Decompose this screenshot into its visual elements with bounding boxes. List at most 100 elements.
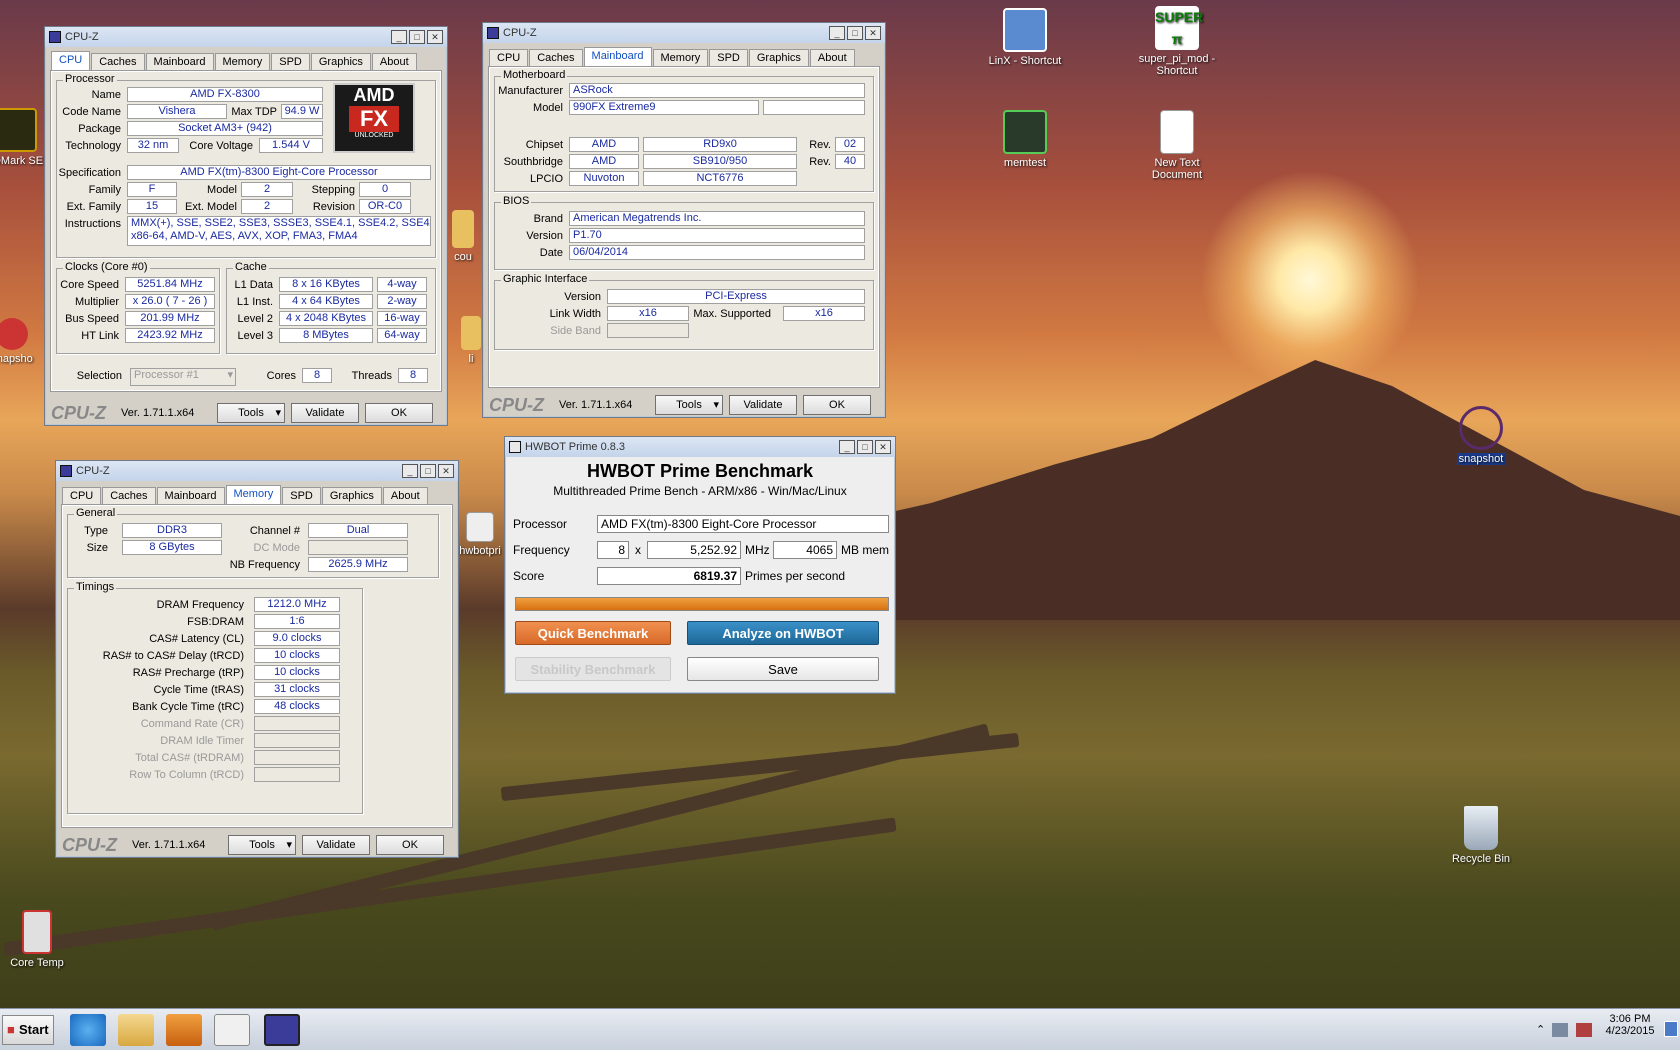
tab-memory[interactable]: Memory bbox=[225, 485, 282, 505]
minimize-button[interactable]: _ bbox=[829, 26, 845, 40]
ok-button[interactable]: OK bbox=[365, 403, 433, 423]
version-label: Ver. 1.71.1.x64 bbox=[132, 839, 206, 851]
minimize-button[interactable]: _ bbox=[402, 464, 418, 478]
tab-memory[interactable]: Memory bbox=[214, 53, 271, 70]
java-icon bbox=[466, 512, 494, 542]
tools-button[interactable]: Tools ▾ bbox=[228, 835, 296, 855]
maximize-button[interactable]: □ bbox=[409, 30, 425, 44]
southbridge-model-value: SB910/950 bbox=[643, 154, 797, 169]
tab-about[interactable]: About bbox=[382, 487, 428, 504]
mb-model-value: 990FX Extreme9 bbox=[569, 100, 759, 115]
tab-cpu[interactable]: CPU bbox=[62, 487, 102, 504]
bios-version-value: P1.70 bbox=[569, 228, 865, 243]
clock[interactable]: 3:06 PM 4/23/2015 bbox=[1600, 1013, 1660, 1037]
minimize-button[interactable]: _ bbox=[839, 440, 855, 454]
l2-value: 4 x 2048 KBytes bbox=[279, 311, 373, 326]
timing-value bbox=[254, 750, 340, 765]
superpi-icon: SUPER π bbox=[1155, 6, 1203, 50]
tab-graphics[interactable]: Graphics bbox=[748, 49, 809, 66]
media-player-icon[interactable] bbox=[166, 1014, 202, 1046]
title-bar[interactable]: CPU-Z _ □ ✕ bbox=[56, 461, 458, 481]
desktop-icon-coretemp[interactable]: Core Temp bbox=[0, 910, 82, 969]
internet-explorer-icon[interactable] bbox=[70, 1014, 106, 1046]
desktop-icon-hwbotprime[interactable]: hwbotpri bbox=[458, 512, 502, 557]
tools-button[interactable]: Tools ▾ bbox=[217, 403, 285, 423]
cpuz-memory-window: CPU-Z _ □ ✕ CPU Caches Mainboard Memory … bbox=[55, 460, 459, 858]
tab-caches[interactable]: Caches bbox=[102, 487, 156, 504]
file-explorer-icon[interactable] bbox=[118, 1014, 154, 1046]
tab-mainboard[interactable]: Mainboard bbox=[145, 53, 214, 70]
desktop-icon-3dmark[interactable]: 3DMark SE bbox=[0, 108, 50, 167]
manufacturer-value: ASRock bbox=[569, 83, 865, 98]
show-desktop-button[interactable] bbox=[1664, 1021, 1678, 1037]
desktop-icon-memtest[interactable]: memtest bbox=[980, 110, 1070, 169]
validate-button[interactable]: Validate bbox=[291, 403, 359, 423]
version-label: Ver. 1.71.1.x64 bbox=[121, 407, 195, 419]
timing-label: Command Rate (CR) bbox=[140, 718, 244, 730]
folder-icon bbox=[461, 316, 481, 350]
network-icon[interactable] bbox=[1552, 1023, 1568, 1037]
maximize-button[interactable]: □ bbox=[420, 464, 436, 478]
desktop-icon-snapsho[interactable]: snapsho bbox=[0, 318, 44, 365]
tab-graphics[interactable]: Graphics bbox=[310, 53, 371, 70]
ok-button[interactable]: OK bbox=[803, 395, 871, 415]
close-button[interactable]: ✕ bbox=[865, 26, 881, 40]
tab-memory[interactable]: Memory bbox=[652, 49, 709, 66]
timing-label: Bank Cycle Time (tRC) bbox=[132, 701, 244, 713]
hwbot-prime-window: HWBOT Prime 0.8.3 _ □ ✕ HWBOT Prime Benc… bbox=[504, 436, 896, 694]
title-bar[interactable]: HWBOT Prime 0.8.3 _ □ ✕ bbox=[505, 437, 895, 457]
validate-button[interactable]: Validate bbox=[302, 835, 370, 855]
tools-button[interactable]: Tools ▾ bbox=[655, 395, 723, 415]
save-button[interactable]: Save bbox=[687, 657, 879, 681]
desktop-icon-superpi[interactable]: SUPER π super_pi_mod - Shortcut bbox=[1132, 6, 1222, 77]
timing-label: RAS# to CAS# Delay (tRCD) bbox=[102, 650, 244, 662]
desktop-icon-li[interactable]: li bbox=[458, 316, 484, 365]
tab-cpu[interactable]: CPU bbox=[489, 49, 529, 66]
title-bar[interactable]: CPU-Z _ □ ✕ bbox=[483, 23, 885, 43]
timings-group: Timings DRAM Frequency 1212.0 MHz FSB:DRAM… bbox=[67, 581, 363, 814]
start-button[interactable]: ■ Start bbox=[2, 1015, 54, 1045]
desktop-icon-new-text[interactable]: New Text Document bbox=[1132, 110, 1222, 181]
technology-value: 32 nm bbox=[127, 138, 179, 153]
quick-benchmark-button[interactable]: Quick Benchmark bbox=[515, 621, 671, 645]
chevron-up-icon[interactable]: ⌃ bbox=[1536, 1023, 1545, 1036]
title-bar[interactable]: CPU-Z _ □ ✕ bbox=[45, 27, 447, 47]
desktop-icon-recycle-bin[interactable]: Recycle Bin bbox=[1436, 806, 1526, 865]
tab-mainboard[interactable]: Mainboard bbox=[156, 487, 225, 504]
max-supported-value: x16 bbox=[783, 306, 865, 321]
desktop-icon-snapshot[interactable]: snapshot bbox=[1436, 406, 1526, 465]
tab-cpu[interactable]: CPU bbox=[51, 51, 91, 71]
action-center-icon[interactable] bbox=[1576, 1023, 1592, 1037]
tab-about[interactable]: About bbox=[371, 53, 417, 70]
java-taskbar-icon[interactable] bbox=[214, 1014, 250, 1046]
desktop-icon-cou[interactable]: cou bbox=[448, 210, 478, 263]
bios-group: BIOS Brand American Megatrends Inc. Vers… bbox=[494, 195, 874, 270]
chevron-down-icon: ▾ bbox=[227, 369, 233, 381]
tab-caches[interactable]: Caches bbox=[91, 53, 145, 70]
close-button[interactable]: ✕ bbox=[875, 440, 891, 454]
mainboard-panel: Motherboard Manufacturer ASRock Model 99… bbox=[488, 66, 880, 388]
close-button[interactable]: ✕ bbox=[427, 30, 443, 44]
tab-mainboard[interactable]: Mainboard bbox=[583, 47, 652, 67]
desktop-icon-linx[interactable]: LinX - Shortcut bbox=[980, 8, 1070, 67]
maximize-button[interactable]: □ bbox=[857, 440, 873, 454]
minimize-button[interactable]: _ bbox=[391, 30, 407, 44]
processor-select[interactable]: Processor #1 ▾ bbox=[130, 368, 236, 386]
stability-benchmark-button[interactable]: Stability Benchmark bbox=[515, 657, 671, 681]
multiplier-value: x 26.0 ( 7 - 26 ) bbox=[125, 294, 215, 309]
tab-graphics[interactable]: Graphics bbox=[321, 487, 382, 504]
tab-caches[interactable]: Caches bbox=[529, 49, 583, 66]
validate-button[interactable]: Validate bbox=[729, 395, 797, 415]
tab-spd[interactable]: SPD bbox=[709, 49, 748, 66]
maximize-button[interactable]: □ bbox=[847, 26, 863, 40]
general-group: General Type DDR3 Size 8 GBytes Channel … bbox=[67, 507, 439, 578]
l1-data-value: 8 x 16 KBytes bbox=[279, 277, 373, 292]
text-file-icon bbox=[1160, 110, 1194, 154]
cpuz-taskbar-icon[interactable] bbox=[264, 1014, 300, 1046]
close-button[interactable]: ✕ bbox=[438, 464, 454, 478]
tab-spd[interactable]: SPD bbox=[282, 487, 321, 504]
analyze-on-hwbot-button[interactable]: Analyze on HWBOT bbox=[687, 621, 879, 645]
tab-about[interactable]: About bbox=[809, 49, 855, 66]
ok-button[interactable]: OK bbox=[376, 835, 444, 855]
tab-spd[interactable]: SPD bbox=[271, 53, 310, 70]
